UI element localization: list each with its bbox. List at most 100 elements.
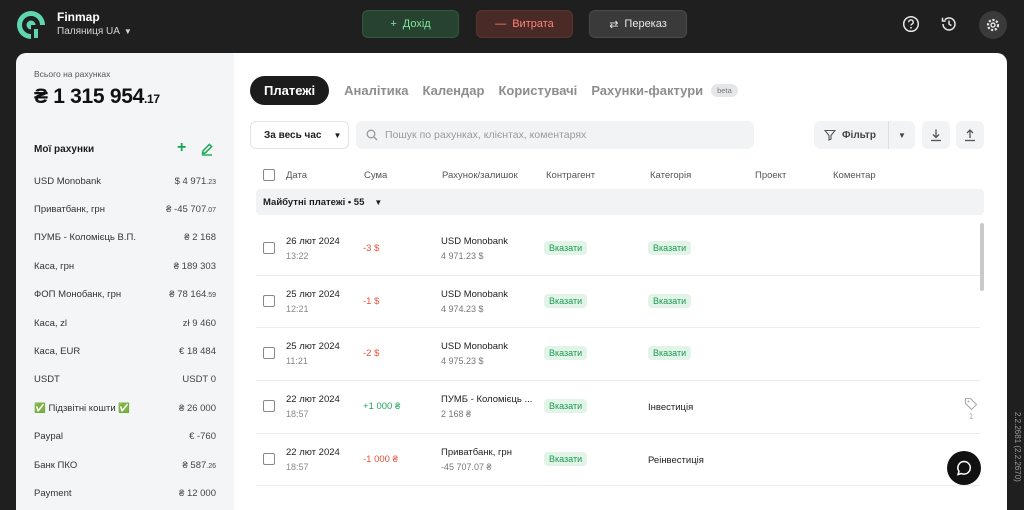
income-label: Дохід: [402, 18, 431, 30]
account-item[interactable]: Приватбанк, грн ₴ -45 707.07: [34, 195, 216, 223]
counterparty-badge[interactable]: Вказати: [544, 346, 588, 361]
payment-account: ПУМБ - Коломієць ...: [441, 394, 533, 406]
account-balance-cents: .26: [206, 462, 216, 470]
account-balance-after: 4 971.23 $: [441, 251, 484, 261]
company-selector[interactable]: Паляниця UA ▼: [57, 26, 132, 37]
row-checkbox[interactable]: [263, 242, 275, 254]
column-project[interactable]: Проект: [755, 170, 786, 181]
tag-icon[interactable]: 1: [964, 397, 978, 421]
payments-table: 26 лют 2024 13:22 -3 $ USD Monobank 4 971.23…: [256, 223, 980, 487]
account-name: ФОП Монобанк, грн: [34, 289, 122, 301]
counterparty-badge[interactable]: Вказати: [544, 241, 588, 255]
payment-sum: -2 $: [363, 348, 380, 360]
account-item[interactable]: Банк ПКО ₴ 587.26: [34, 451, 216, 479]
period-select[interactable]: За весь час ▼: [250, 121, 349, 149]
payment-time: 18:57: [286, 409, 309, 420]
tab-analytics[interactable]: Аналітика: [344, 83, 408, 98]
counterparty-badge[interactable]: Вказати: [544, 399, 588, 414]
help-icon[interactable]: [899, 12, 923, 36]
account-balance-main: € 18 484: [179, 346, 216, 358]
search-input[interactable]: [385, 129, 725, 141]
account-item[interactable]: ✅ Підзвітні кошти ✅ ₴ 26 000: [34, 394, 216, 422]
chat-button[interactable]: [947, 451, 981, 485]
history-icon[interactable]: [937, 12, 961, 36]
account-name: Каса, zl: [34, 317, 67, 329]
edit-icon[interactable]: [200, 142, 214, 156]
account-item[interactable]: ПУМБ - Коломієць В.П. ₴ 2 168: [34, 224, 216, 252]
filter-button[interactable]: Фільтр ▼: [814, 121, 915, 149]
account-balance-after: 4 975.23 $: [441, 356, 484, 367]
select-all-checkbox[interactable]: [263, 169, 275, 181]
column-date[interactable]: Дата: [286, 170, 307, 181]
account-item[interactable]: USDT USDT 0: [34, 366, 216, 394]
account-balance-after: 2 168 ₴: [441, 409, 472, 420]
add-transfer-button[interactable]: ⇄ Переказ: [589, 10, 687, 38]
column-sum[interactable]: Сума: [364, 170, 387, 181]
table-row[interactable]: 25 лют 2024 11:21 -2 $ USD Monobank 4 975.23…: [256, 328, 980, 382]
payment-date: 22 лют 2024: [286, 394, 340, 406]
top-bar: Finmap Паляниця UA ▼ + Дохід — Витрата ⇄…: [0, 0, 1024, 50]
row-checkbox[interactable]: [263, 400, 275, 413]
column-account[interactable]: Рахунок/залишок: [442, 170, 518, 181]
category-badge[interactable]: Вказати: [648, 293, 692, 308]
add-expense-button[interactable]: — Витрата: [476, 10, 573, 38]
counterparty-badge[interactable]: Вказати: [544, 293, 588, 308]
tab-calendar[interactable]: Календар: [423, 83, 485, 98]
finmap-logo-icon[interactable]: [16, 10, 46, 40]
account-item[interactable]: Каса, zl zł 9 460: [34, 309, 216, 337]
table-row[interactable]: 26 лют 2024 13:22 -3 $ USD Monobank 4 971.23…: [256, 223, 980, 276]
total-balance-main: ₴ 1 315 954: [34, 85, 144, 108]
category-badge[interactable]: Вказати: [648, 346, 692, 361]
account-balance-cents: .59: [206, 292, 216, 300]
beta-badge: beta: [711, 84, 738, 97]
upload-button[interactable]: [956, 121, 984, 149]
account-item[interactable]: USD Monobank $ 4 971.23: [34, 167, 216, 195]
filter-dropdown-icon[interactable]: ▼: [889, 131, 915, 140]
account-balance-main: ₴ 26 000: [179, 402, 216, 414]
table-row[interactable]: 25 лют 2024 12:21 -1 $ USD Monobank 4 974.23…: [256, 276, 980, 329]
column-counterparty[interactable]: Контрагент: [546, 170, 595, 181]
accounts-title: Мої рахунки: [34, 144, 95, 155]
tabs-bar: Платежі Аналітика Календар Користувачі Р…: [250, 76, 738, 105]
account-name: USD Monobank: [34, 175, 102, 187]
payment-time: 11:21: [286, 356, 308, 367]
account-item[interactable]: Каса, грн ₴ 189 303: [34, 252, 216, 280]
row-checkbox[interactable]: [263, 452, 275, 465]
version-label: 2.2.2681 (2.2.2670): [1013, 412, 1022, 482]
category-label[interactable]: Інвестиція: [648, 402, 693, 413]
table-row[interactable]: 22 лют 2024 18:57 -1 000 ₴ Приватбанк, грн -…: [256, 434, 980, 487]
account-item[interactable]: Каса, EUR € 18 484: [34, 337, 216, 365]
account-balance-main: ₴ 189 303: [173, 260, 216, 272]
column-category[interactable]: Категорія: [650, 170, 691, 181]
download-button[interactable]: [922, 121, 950, 149]
category-badge[interactable]: Вказати: [648, 241, 692, 255]
settings-icon[interactable]: [979, 11, 1007, 39]
account-balance-main: ₴ 12 000: [179, 487, 216, 499]
account-name: Каса, грн: [34, 260, 75, 272]
account-item[interactable]: ФОП Монобанк, грн ₴ 78 164.59: [34, 281, 216, 309]
tab-payments[interactable]: Платежі: [250, 76, 330, 105]
table-row[interactable]: 22 лют 2024 18:57 +1 000 ₴ ПУМБ - Коломієць…: [256, 381, 980, 434]
scrollbar[interactable]: [980, 223, 984, 291]
row-checkbox[interactable]: [263, 294, 275, 307]
tab-users[interactable]: Користувачі: [498, 83, 577, 98]
add-account-button[interactable]: +: [177, 139, 186, 157]
column-comment[interactable]: Коментар: [833, 170, 876, 181]
future-payments-group[interactable]: Майбутні платежі • 55 ▼: [256, 189, 984, 215]
account-item[interactable]: Payment ₴ 12 000: [34, 479, 216, 507]
tab-invoices[interactable]: Рахунки-фактури: [591, 83, 703, 98]
account-item[interactable]: Paypal € -760: [34, 423, 216, 451]
category-label[interactable]: Реінвестиція: [648, 455, 704, 466]
account-name: Paypal: [34, 431, 64, 443]
filter-label: Фільтр: [842, 129, 876, 141]
account-balance-main: ₴ -45 707: [166, 204, 207, 216]
counterparty-badge[interactable]: Вказати: [544, 451, 588, 466]
add-income-button[interactable]: + Дохід: [362, 10, 459, 38]
row-checkbox[interactable]: [263, 347, 275, 360]
search-box[interactable]: [356, 121, 754, 149]
payment-date: 25 лют 2024: [286, 341, 340, 353]
upload-icon: [965, 129, 975, 142]
account-balance: ₴ 2 168: [184, 232, 216, 243]
account-balance-after: -45 707.07 ₴: [441, 461, 492, 472]
total-balance-value: ₴ 1 315 954.17: [34, 85, 160, 109]
